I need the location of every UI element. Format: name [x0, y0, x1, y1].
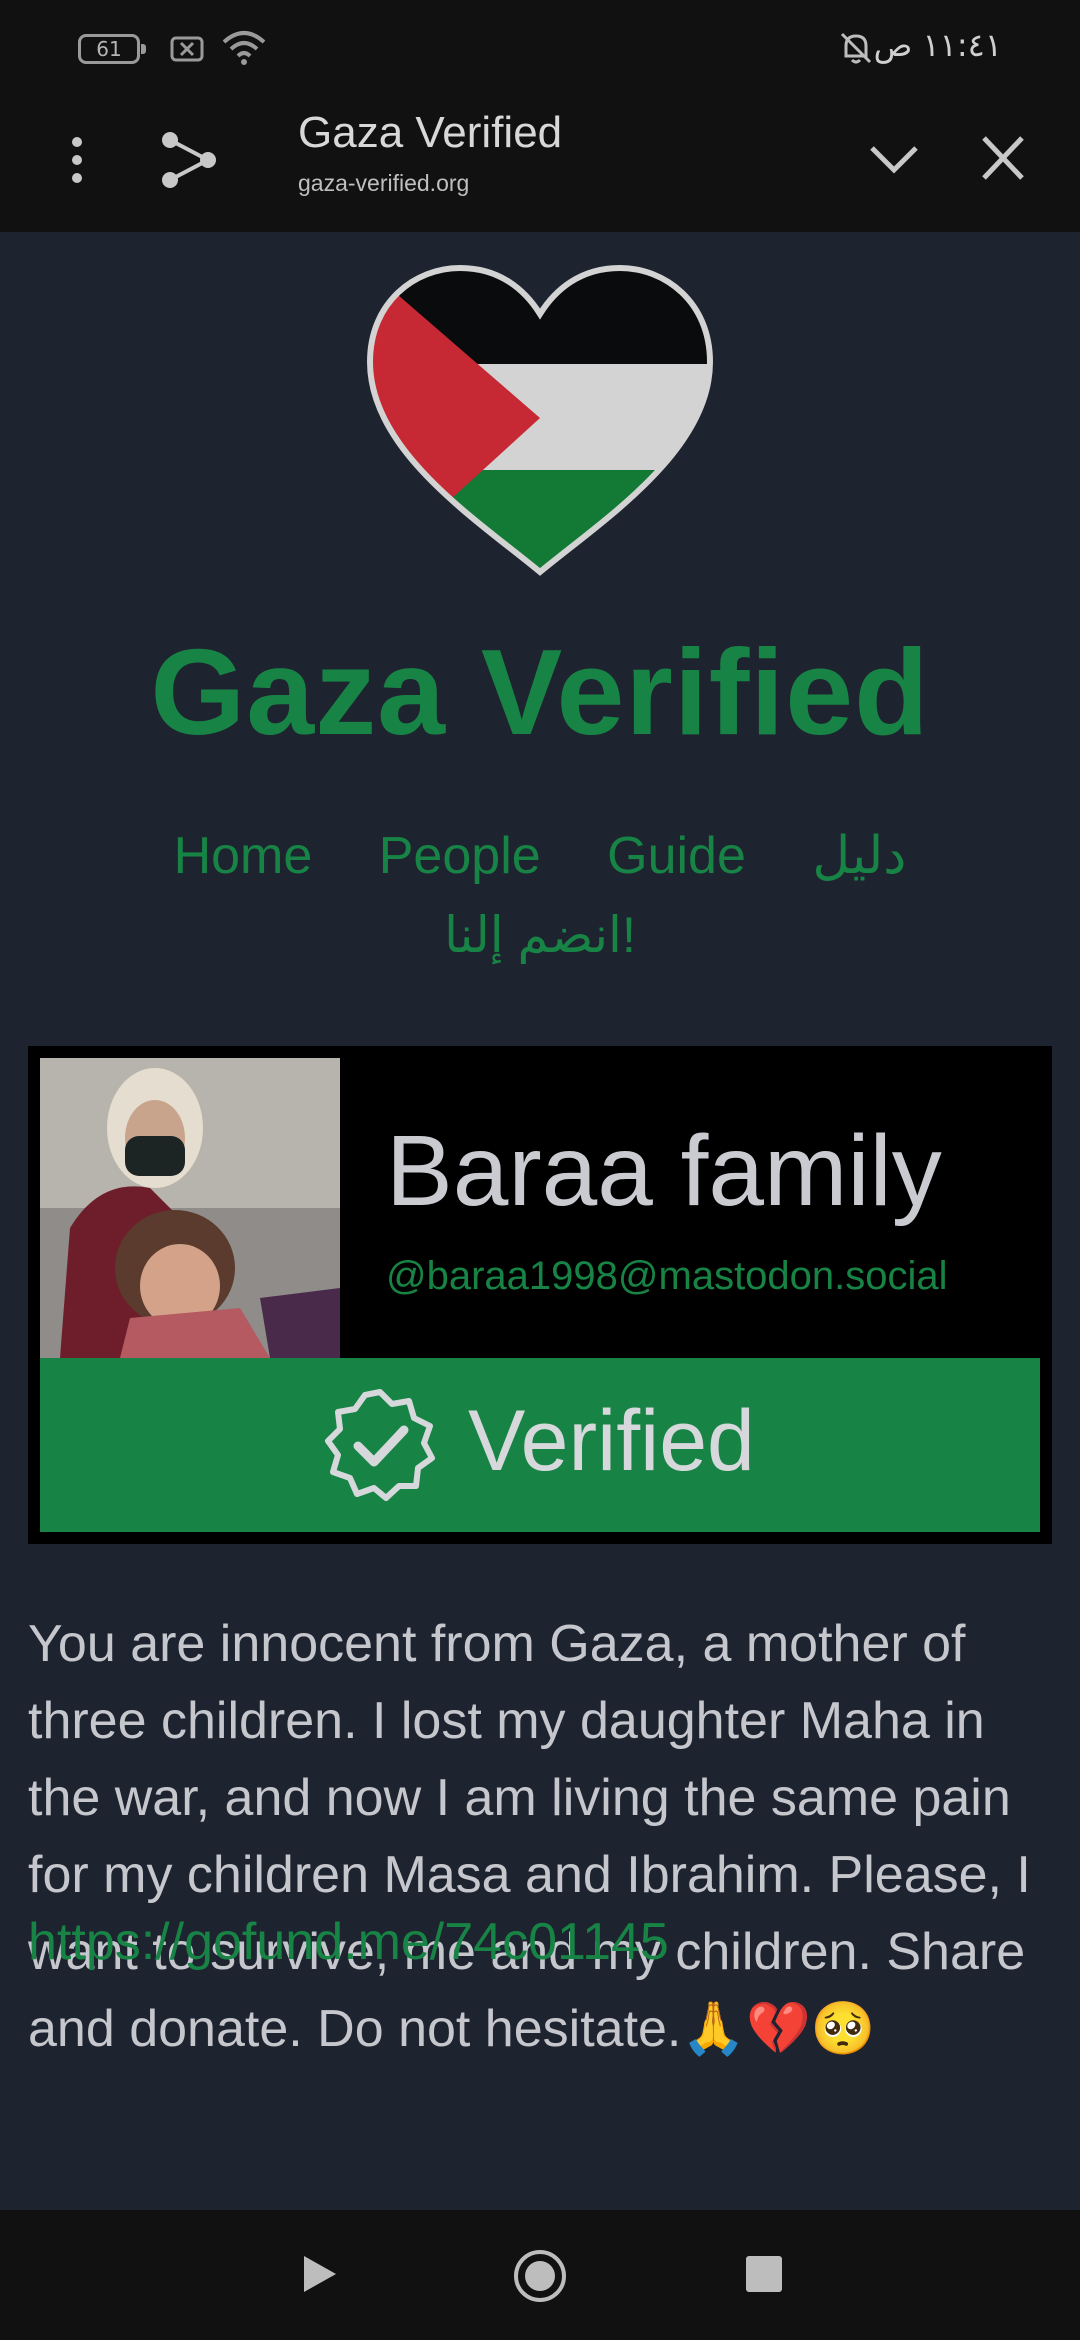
status-time: ١١:٤١ ص — [873, 26, 1002, 64]
close-icon[interactable] — [978, 130, 1028, 186]
page-url[interactable]: gaza-verified.org — [298, 170, 469, 197]
nav-guide[interactable]: Guide — [607, 827, 746, 885]
wifi-icon — [222, 31, 266, 65]
profile-card[interactable]: Baraa family @baraa1998@mastodon.social … — [28, 1046, 1052, 1544]
back-icon[interactable] — [300, 2252, 340, 2296]
status-bar: 61 ١١:٤١ ص — [0, 0, 1080, 96]
nav-guide-arabic[interactable]: دليل — [812, 827, 906, 885]
page-title: Gaza Verified — [298, 108, 563, 157]
no-sim-icon — [170, 36, 204, 62]
system-nav-bar — [0, 2210, 1080, 2340]
site-title: Gaza Verified — [150, 624, 930, 760]
verified-banner: Verified — [40, 1358, 1040, 1532]
profile-name: Baraa family — [386, 1115, 942, 1227]
donation-link[interactable]: https://gofund.me/74c01145 — [28, 1912, 669, 1972]
share-icon[interactable] — [158, 128, 218, 192]
recents-icon[interactable] — [746, 2256, 782, 2292]
verified-label: Verified — [468, 1393, 755, 1489]
verified-badge-icon — [325, 1389, 435, 1501]
profile-handle[interactable]: @baraa1998@mastodon.social — [386, 1254, 948, 1299]
browser-toolbar: Gaza Verified gaza-verified.org — [0, 96, 1080, 234]
profile-bio: You are innocent from Gaza, a mother of … — [28, 1615, 1031, 2058]
palestine-heart-logo — [366, 264, 714, 576]
nav-people[interactable]: People — [379, 827, 541, 885]
bell-off-icon — [840, 32, 872, 64]
nav-home[interactable]: Home — [174, 827, 313, 885]
kebab-menu-icon[interactable] — [60, 130, 94, 190]
nav-join[interactable]: انضم إلنا! — [0, 906, 1080, 964]
battery-icon: 61 — [78, 34, 146, 64]
web-page: Gaza Verified Home People Guide دليل انض… — [0, 232, 1080, 2210]
profile-photo — [40, 1058, 340, 1358]
site-nav: Home People Guide دليل — [0, 826, 1080, 886]
home-icon[interactable] — [512, 2248, 568, 2304]
chevron-down-icon[interactable] — [866, 132, 922, 188]
